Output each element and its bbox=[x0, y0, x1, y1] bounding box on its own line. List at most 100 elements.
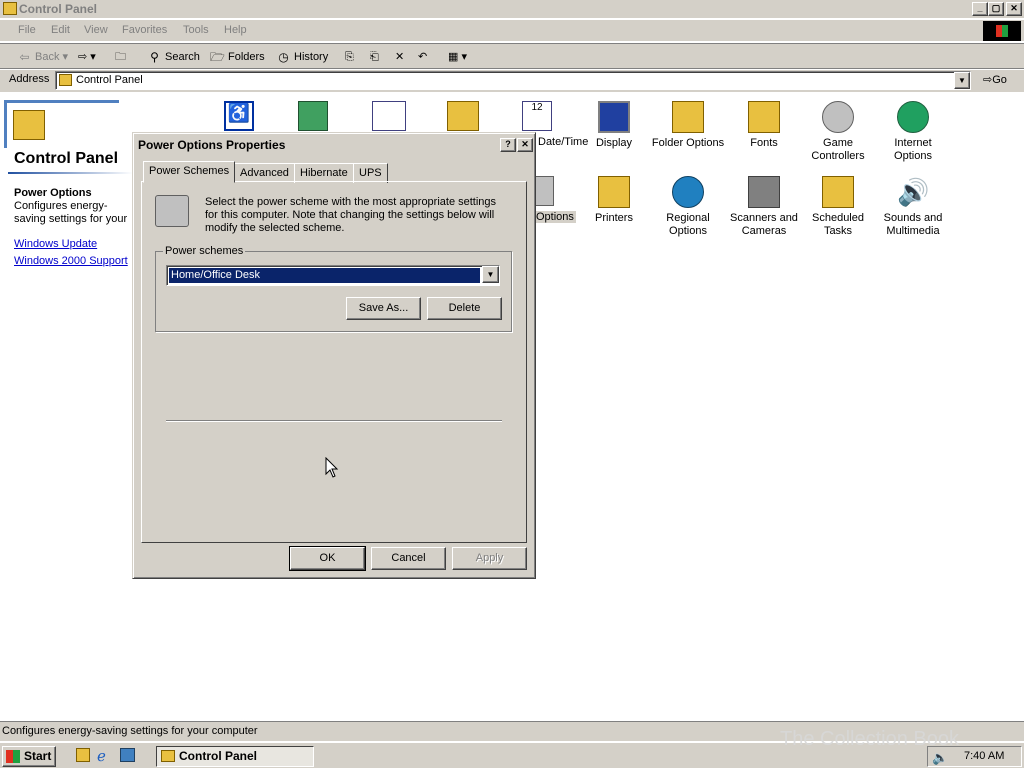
copy-to-button[interactable]: ⎗ bbox=[370, 48, 379, 66]
standard-toolbar: ⇦ Back ▾ ⇨ ▾ 🗀 ⚲ Search 🗁 Folders ◷ History … bbox=[0, 43, 1024, 69]
start-button[interactable]: Start bbox=[2, 746, 56, 767]
internet-explorer-icon[interactable]: ℯ bbox=[97, 747, 106, 765]
display-item[interactable]: Display bbox=[576, 101, 652, 150]
tab-power-schemes[interactable]: Power Schemes bbox=[143, 161, 236, 183]
show-desktop-icon[interactable] bbox=[76, 748, 90, 762]
game-controllers-item[interactable]: Game Controllers bbox=[800, 101, 876, 163]
dialog-title-bar[interactable]: Power Options Properties ? ✕ bbox=[136, 136, 533, 154]
power-scheme-dropdown[interactable]: Home/Office Desk ▼ bbox=[166, 265, 500, 286]
windows-flag-icon bbox=[6, 750, 20, 763]
outlook-express-icon[interactable] bbox=[120, 748, 135, 762]
regional-options-item[interactable]: Regional Options bbox=[650, 176, 726, 238]
minimize-button[interactable]: _ bbox=[972, 2, 988, 16]
clock[interactable]: 7:40 AM bbox=[964, 747, 1004, 766]
menu-file[interactable]: File bbox=[18, 24, 36, 36]
selected-item-name: Power Options bbox=[14, 187, 92, 199]
scheduled-tasks-icon bbox=[822, 176, 854, 208]
scheme-description: Select the power scheme with the most ap… bbox=[205, 196, 497, 234]
dialog-close-button[interactable]: ✕ bbox=[517, 138, 533, 152]
panel-separator bbox=[166, 420, 502, 422]
window-title: Control Panel bbox=[19, 2, 98, 16]
search-icon: ⚲ bbox=[150, 50, 159, 64]
go-arrow-icon: ⇨ bbox=[983, 74, 993, 86]
address-dropdown-button[interactable]: ▼ bbox=[954, 72, 970, 89]
menu-view[interactable]: View bbox=[84, 24, 108, 36]
printers-item[interactable]: Printers bbox=[576, 176, 652, 225]
mouse-cursor-icon bbox=[325, 457, 339, 478]
undo-button[interactable]: ↶ bbox=[418, 48, 427, 66]
power-schemes-label: Power schemes bbox=[163, 245, 246, 257]
delete-scheme-button[interactable]: Delete bbox=[427, 297, 502, 320]
power-options-dialog: Power Options Properties ? ✕ Power Schem… bbox=[132, 132, 536, 579]
move-to-icon: ⎘ bbox=[345, 51, 354, 63]
history-icon: ◷ bbox=[278, 50, 289, 64]
cancel-button[interactable]: Cancel bbox=[371, 547, 446, 570]
back-arrow-icon: ⇦ bbox=[19, 50, 30, 64]
tab-advanced[interactable]: Advanced bbox=[234, 163, 295, 183]
pane-title: Control Panel bbox=[14, 150, 119, 167]
maximize-button[interactable]: ▢ bbox=[988, 2, 1004, 16]
copy-to-icon: ⎗ bbox=[370, 51, 379, 63]
delete-button[interactable]: ✕ bbox=[395, 48, 404, 66]
add-hardware-icon[interactable] bbox=[298, 101, 328, 131]
apply-button[interactable]: Apply bbox=[452, 547, 527, 570]
fonts-item[interactable]: Fonts bbox=[726, 101, 802, 150]
forward-button[interactable]: ⇨ ▾ bbox=[78, 48, 96, 66]
close-button[interactable]: ✕ bbox=[1006, 2, 1022, 16]
display-icon bbox=[598, 101, 630, 133]
search-button[interactable]: ⚲ Search bbox=[147, 48, 200, 66]
power-options-label[interactable]: Options bbox=[534, 211, 576, 223]
control-panel-task-icon bbox=[161, 750, 175, 762]
ok-button[interactable]: OK bbox=[289, 546, 366, 571]
scanners-cameras-item[interactable]: Scanners and Cameras bbox=[726, 176, 802, 238]
internet-options-item[interactable]: Internet Options bbox=[875, 101, 951, 163]
folders-icon: 🗁 bbox=[210, 50, 225, 64]
folder-options-icon bbox=[672, 101, 704, 133]
printers-icon bbox=[598, 176, 630, 208]
windows-2000-support-link[interactable]: Windows 2000 Support bbox=[14, 255, 128, 267]
menu-bar: File Edit View Favorites Tools Help bbox=[0, 20, 1024, 42]
scanner-icon bbox=[748, 176, 780, 208]
delete-x-icon: ✕ bbox=[395, 51, 405, 63]
windows-logo-icon bbox=[983, 21, 1021, 41]
history-button[interactable]: ◷ History bbox=[276, 48, 328, 66]
menu-tools[interactable]: Tools bbox=[183, 24, 209, 36]
menu-favorites[interactable]: Favorites bbox=[122, 24, 167, 36]
tab-hibernate[interactable]: Hibernate bbox=[294, 163, 354, 183]
up-button[interactable]: 🗀 bbox=[115, 48, 126, 66]
taskbar-control-panel-button[interactable]: Control Panel bbox=[156, 746, 314, 767]
tab-panel bbox=[141, 181, 527, 543]
control-panel-small-icon bbox=[59, 74, 72, 86]
accessibility-icon[interactable]: ♿ bbox=[224, 101, 254, 131]
pane-divider bbox=[8, 172, 133, 174]
views-button[interactable]: ▦ ▾ bbox=[448, 48, 467, 66]
internet-globe-icon bbox=[897, 101, 929, 133]
joystick-icon bbox=[822, 101, 854, 133]
date-time-icon[interactable]: 12 bbox=[522, 101, 552, 131]
views-grid-icon: ▦ ▾ bbox=[448, 51, 467, 63]
move-to-button[interactable]: ⎘ bbox=[345, 48, 354, 66]
scheme-dropdown-button[interactable]: ▼ bbox=[482, 266, 499, 283]
menu-edit[interactable]: Edit bbox=[51, 24, 70, 36]
windows-update-link[interactable]: Windows Update bbox=[14, 238, 97, 250]
go-button[interactable]: ⇨Go bbox=[983, 73, 1007, 86]
folder-options-item[interactable]: Folder Options bbox=[650, 101, 726, 150]
power-scheme-icon bbox=[155, 195, 189, 227]
window-title-bar[interactable]: Control Panel _ ▢ ✕ bbox=[0, 0, 1024, 18]
speaker-icon: 🔊 bbox=[897, 177, 930, 207]
sounds-multimedia-item[interactable]: 🔊 Sounds and Multimedia bbox=[875, 176, 951, 238]
control-panel-icon bbox=[3, 2, 17, 15]
scheduled-tasks-item[interactable]: Scheduled Tasks bbox=[800, 176, 876, 238]
tab-ups[interactable]: UPS bbox=[353, 163, 388, 183]
folders-button[interactable]: 🗁 Folders bbox=[210, 48, 265, 66]
address-input[interactable]: Control Panel ▼ bbox=[55, 71, 971, 90]
save-as-button[interactable]: Save As... bbox=[346, 297, 421, 320]
menu-help[interactable]: Help bbox=[224, 24, 247, 36]
back-button[interactable]: ⇦ Back ▾ bbox=[17, 48, 68, 66]
regional-globe-icon bbox=[672, 176, 704, 208]
selected-item-description: Configures energy-saving settings for yo… bbox=[14, 200, 128, 227]
administrative-tools-icon[interactable] bbox=[447, 101, 479, 131]
dialog-help-button[interactable]: ? bbox=[500, 138, 516, 152]
add-remove-programs-icon[interactable] bbox=[372, 101, 406, 131]
forward-arrow-icon: ⇨ ▾ bbox=[78, 51, 96, 63]
